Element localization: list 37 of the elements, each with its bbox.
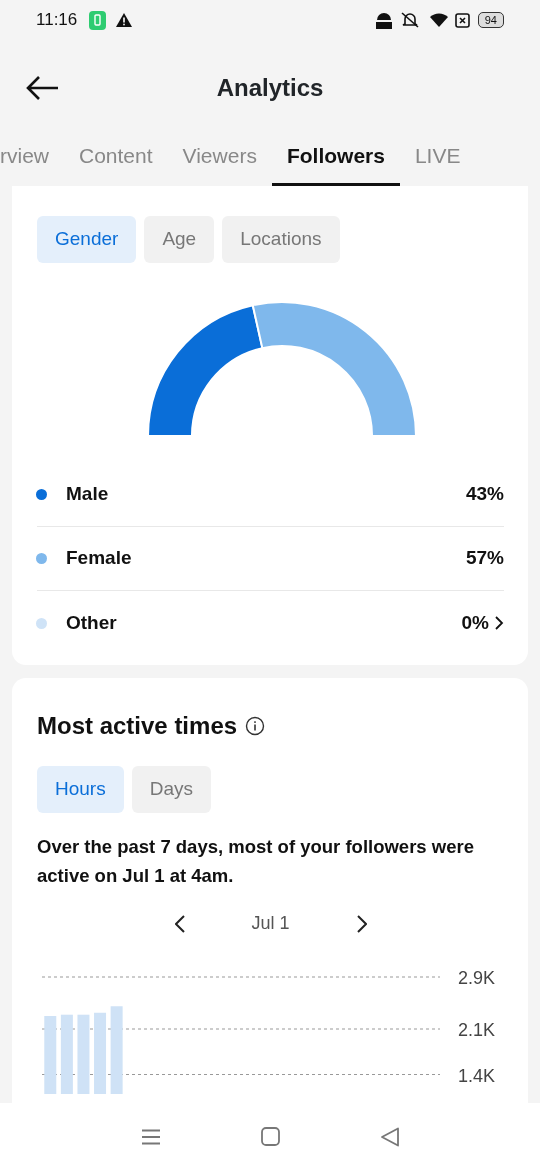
info-icon[interactable] <box>245 716 266 736</box>
legend-label: Other <box>66 610 118 635</box>
tab[interactable]: Content <box>64 139 168 186</box>
legend-label: Female <box>66 546 133 571</box>
tab[interactable]: Viewers <box>167 139 272 186</box>
chevron-right-icon[interactable] <box>495 616 504 630</box>
chevron-left-icon[interactable] <box>174 914 185 933</box>
section-title: Most active times <box>37 711 238 741</box>
legend-label: Male <box>66 482 110 507</box>
warning-icon <box>116 13 133 27</box>
battery-icon: 94 <box>477 12 504 28</box>
tab[interactable]: LIVE <box>399 139 476 186</box>
summary-text: Over the past 7 days, most of your followers were active on Jul 1 at 4am. <box>37 835 475 888</box>
back-button[interactable] <box>26 75 60 100</box>
tab[interactable]: rview <box>0 139 64 186</box>
axis-tick-label: 2.9K <box>458 968 496 989</box>
chevron-right-icon[interactable] <box>356 914 367 933</box>
battery-saver-icon <box>89 10 107 30</box>
page-title: Analytics <box>216 72 324 103</box>
axis-tick-label: 2.1K <box>458 1020 496 1041</box>
filter-chip[interactable]: Gender <box>37 216 137 263</box>
back-icon[interactable] <box>379 1126 400 1147</box>
axis-tick-label: 1.4K <box>458 1065 496 1086</box>
filter-chip[interactable]: Days <box>131 766 211 813</box>
filter-chip[interactable]: Age <box>144 216 215 263</box>
legend-value: 0% <box>461 610 489 635</box>
home-icon[interactable] <box>260 1127 280 1146</box>
filter-chip[interactable]: Locations <box>222 216 340 263</box>
no-sim-icon <box>454 12 470 28</box>
date-label: Jul 1 <box>250 912 291 936</box>
menu-icon[interactable] <box>140 1128 161 1145</box>
wifi-icon <box>428 12 449 28</box>
back-arrow-icon <box>26 75 60 100</box>
legend-value: 43% <box>465 482 504 507</box>
filter-chip[interactable]: Hours <box>37 766 124 813</box>
clock-text: 11:16 <box>36 9 78 32</box>
legend-value: 57% <box>465 546 504 571</box>
